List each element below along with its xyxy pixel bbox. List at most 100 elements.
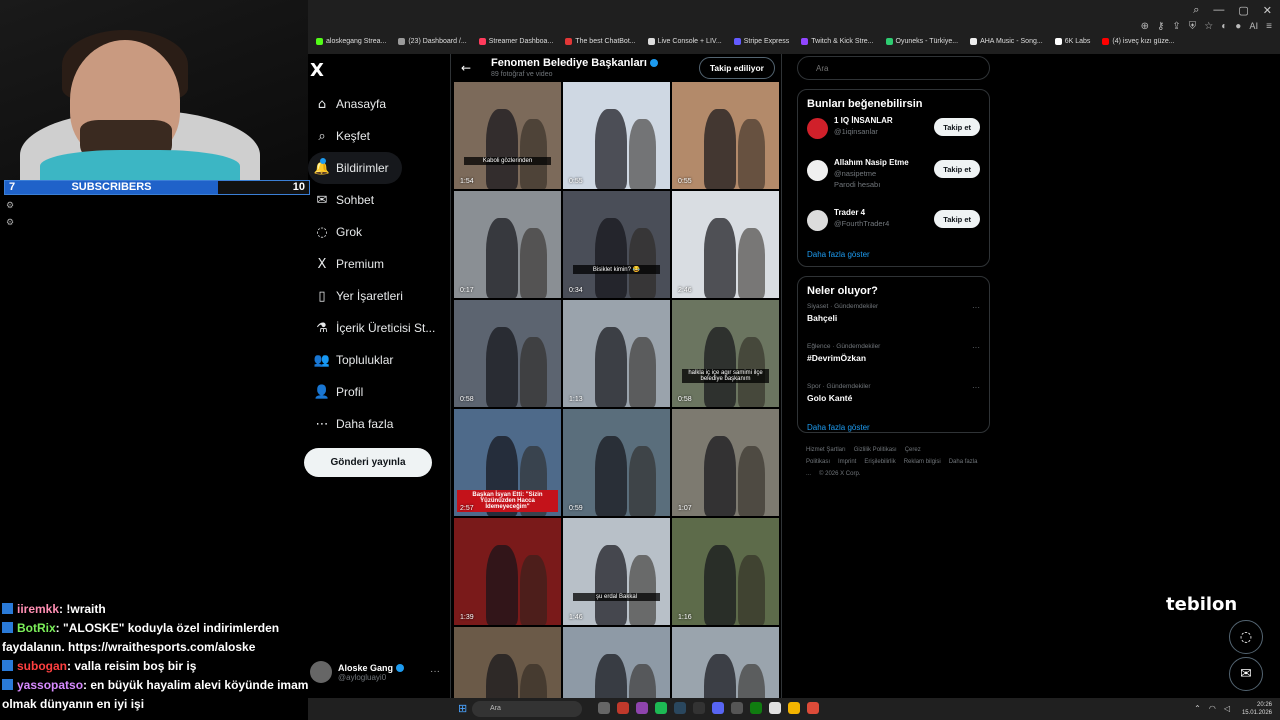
bookmark-item[interactable]: Streamer Dashboa...	[478, 38, 553, 45]
bookmark-star-icon[interactable]: ☆	[1204, 21, 1213, 32]
nav-creator-studio[interactable]: ⚗ İçerik Üreticisi St...	[308, 312, 448, 344]
media-tile[interactable]: 0:55	[672, 82, 779, 189]
media-tile[interactable]: Kaboli gözlerinden 1:54	[454, 82, 561, 189]
footer-link[interactable]: © 2026 X Corp.	[819, 471, 860, 477]
bookmark-item[interactable]: Twitch & Kick Stre...	[801, 38, 874, 45]
maximize-icon[interactable]: ▢	[1238, 4, 1248, 17]
footer-link[interactable]: Gizlilik Politikası	[854, 447, 897, 453]
volume-icon[interactable]: ◁	[1224, 704, 1230, 713]
nav-communities[interactable]: 👥 Topluluklar	[308, 344, 448, 376]
search-input[interactable]	[797, 56, 990, 80]
bookmark-item[interactable]: (4) isveç kızı güze...	[1102, 38, 1175, 45]
messages-icon[interactable]: ✉	[1229, 657, 1263, 691]
who-show-more-link[interactable]: Daha fazla göster	[807, 250, 989, 259]
media-tile[interactable]: halkla iç içe agır samimi ilçe belediye …	[672, 300, 779, 407]
more-icon[interactable]: ···	[972, 303, 980, 312]
trend-item[interactable]: Spor · Gündemdekiler Golo Kanté ···	[798, 383, 989, 417]
wifi-icon[interactable]: ◠	[1209, 704, 1216, 713]
following-button[interactable]: Takip ediliyor	[698, 57, 775, 79]
bookmark-item[interactable]: Live Console + LIV...	[647, 38, 722, 45]
menu-icon[interactable]: ≡	[1266, 21, 1272, 32]
clock[interactable]: 20:26 15.01.2026	[1242, 701, 1272, 717]
xbox-icon[interactable]	[750, 702, 762, 714]
footer-link[interactable]: Reklam bilgisi	[904, 459, 941, 465]
x-logo-icon[interactable]: X	[310, 60, 324, 81]
shield-icon[interactable]: ⛨	[1189, 21, 1197, 32]
bookmark-item[interactable]: (23) Dashboard /...	[398, 38, 467, 45]
chevron-up-icon[interactable]: ⌃	[1194, 704, 1201, 713]
zoom-icon[interactable]: ⊕	[1141, 21, 1149, 32]
spotify-icon[interactable]	[655, 702, 667, 714]
app-icon[interactable]	[731, 702, 743, 714]
nav-home[interactable]: ⌂ Anasayfa	[308, 88, 448, 120]
grok-icon[interactable]: ◌	[1229, 620, 1263, 654]
more-icon[interactable]: ···	[972, 383, 980, 392]
media-tile[interactable]	[672, 627, 779, 698]
account-switcher[interactable]: Aloske Gang @aylogluayi0 ···	[310, 658, 442, 686]
more-icon[interactable]: ···	[972, 343, 980, 352]
profile-icon[interactable]: ●	[1235, 21, 1241, 32]
nav-notifications[interactable]: 🔔 Bildirimler	[308, 152, 402, 184]
media-tile[interactable]: 1:07	[672, 409, 779, 516]
media-tile[interactable]: Başkan İsyan Etti: "Sizin Yüzünüzden Hac…	[454, 409, 561, 516]
media-tile[interactable]	[454, 627, 561, 698]
nav-bookmarks[interactable]: ▯ Yer İşaretleri	[308, 280, 448, 312]
suggested-account[interactable]: Trader 4 @FourthTrader4 Takip et	[798, 208, 989, 244]
follow-button[interactable]: Takip et	[934, 118, 980, 136]
share-icon[interactable]: ⇪	[1172, 21, 1180, 32]
taskview-icon[interactable]	[598, 702, 610, 714]
media-tile[interactable]: 1:39	[454, 518, 561, 625]
ai-button[interactable]: AI	[1249, 22, 1258, 32]
media-tile[interactable]: 0:17	[454, 191, 561, 298]
more-icon[interactable]: ···	[430, 666, 440, 677]
media-tile[interactable]: şu erdal Bakkal 1:46	[563, 518, 670, 625]
trend-item[interactable]: Eğlence · Gündemdekiler #DevrimÖzkan ···	[798, 343, 989, 377]
nav-chat[interactable]: ✉ Sohbet	[308, 184, 448, 216]
bookmark-item[interactable]: aloskegang Strea...	[316, 38, 386, 45]
nav-premium[interactable]: X Premium	[308, 248, 448, 280]
settings-icon[interactable]: ⚙	[6, 200, 14, 211]
nav-grok[interactable]: ◌ Grok	[308, 216, 448, 248]
bookmark-item[interactable]: The best ChatBot...	[565, 38, 636, 45]
bookmark-item[interactable]: Stripe Express	[733, 38, 789, 45]
close-icon[interactable]: ✕	[1263, 4, 1272, 17]
bookmark-item[interactable]: AHA Music - Song...	[970, 38, 1043, 45]
bookmark-item[interactable]: 6K Labs	[1054, 38, 1090, 45]
nav-profile[interactable]: 👤 Profil	[308, 376, 448, 408]
trend-item[interactable]: Siyaset · Gündemdekiler Bahçeli ···	[798, 303, 989, 337]
follow-button[interactable]: Takip et	[934, 210, 980, 228]
app-icon[interactable]	[769, 702, 781, 714]
chrome-icon[interactable]	[807, 702, 819, 714]
app-icon[interactable]	[636, 702, 648, 714]
search-icon[interactable]: ⌕	[1193, 4, 1199, 17]
taskbar-search[interactable]: Ara	[472, 701, 582, 717]
media-tile[interactable]: 0:55	[563, 82, 670, 189]
key-icon[interactable]: ⚷	[1157, 21, 1164, 32]
media-tile[interactable]: 0:58	[454, 300, 561, 407]
media-tile[interactable]: Bisiklet kimin? 😂 0:34	[563, 191, 670, 298]
gear-icon[interactable]: ⚙	[6, 217, 14, 228]
bookmark-item[interactable]: Oyuneks - Türkiye...	[885, 38, 958, 45]
steam-icon[interactable]	[674, 702, 686, 714]
follow-button[interactable]: Takip et	[934, 160, 980, 178]
folder-icon[interactable]	[788, 702, 800, 714]
footer-link[interactable]: Hizmet Şartları	[806, 447, 846, 453]
footer-link[interactable]: Imprint	[838, 459, 856, 465]
windows-start-icon[interactable]: ⊞	[458, 702, 467, 715]
media-tile[interactable]: 1:13	[563, 300, 670, 407]
trends-show-more-link[interactable]: Daha fazla göster	[807, 423, 989, 432]
media-tile[interactable]: 0:59	[563, 409, 670, 516]
back-arrow-icon[interactable]: ←	[461, 61, 471, 75]
suggested-account[interactable]: 1 IQ İNSANLAR @1iqinsanlar Takip et	[798, 116, 989, 152]
extension-icon[interactable]: ◐	[1221, 21, 1227, 32]
footer-link[interactable]: Erişilebilirlik	[864, 459, 895, 465]
media-tile[interactable]: 2:46	[672, 191, 779, 298]
media-tile[interactable]: 1:16	[672, 518, 779, 625]
app-icon[interactable]	[617, 702, 629, 714]
nav-explore[interactable]: ⌕ Keşfet	[308, 120, 448, 152]
post-button[interactable]: Gönderi yayınla	[304, 448, 432, 477]
suggested-account[interactable]: Allahım Nasip Etme @nasipetme Parodi hesab…	[798, 158, 989, 202]
minimize-icon[interactable]: —	[1213, 4, 1224, 17]
epic-icon[interactable]	[693, 702, 705, 714]
app-icon[interactable]	[712, 702, 724, 714]
